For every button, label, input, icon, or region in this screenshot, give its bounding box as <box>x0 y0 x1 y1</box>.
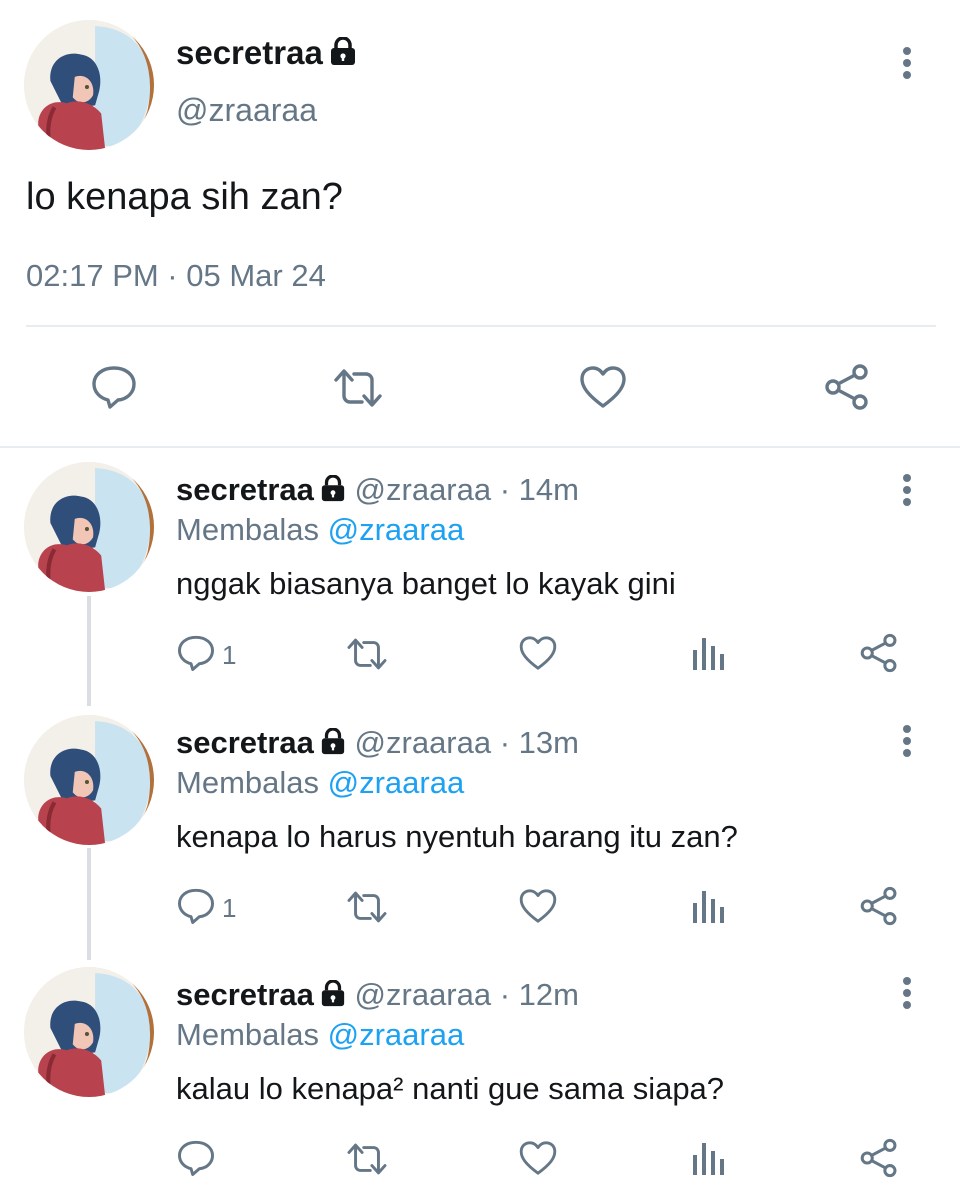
retweet-icon[interactable] <box>344 889 390 925</box>
like-icon[interactable] <box>578 364 628 410</box>
reply-header: secretraa @zraaraa · 14m <box>176 472 579 508</box>
lock-icon <box>320 980 346 1008</box>
author-name[interactable]: secretraa <box>176 472 314 507</box>
reply-time: · 13m <box>499 725 579 760</box>
reply-context: Membalas @zraaraa <box>176 1017 464 1053</box>
reply-icon[interactable] <box>176 1139 216 1177</box>
tweet-text: lo kenapa sih zan? <box>26 176 343 218</box>
like-icon[interactable] <box>518 634 558 672</box>
reply-context: Membalas @zraaraa <box>176 512 464 548</box>
reply-tweet[interactable]: secretraa @zraaraa · 14m Membalas @zraar… <box>0 462 960 692</box>
avatar[interactable] <box>24 462 154 592</box>
avatar[interactable] <box>24 20 154 150</box>
retweet-icon[interactable] <box>330 366 386 410</box>
author-name[interactable]: secretraa <box>176 34 357 72</box>
like-icon[interactable] <box>518 1139 558 1177</box>
more-vertical-icon[interactable] <box>902 47 912 83</box>
author-name[interactable]: secretraa <box>176 977 314 1012</box>
reply-text: kalau lo kenapa² nanti gue sama siapa? <box>176 1071 725 1106</box>
reply-prefix: Membalas <box>176 512 319 547</box>
share-icon[interactable] <box>822 362 872 412</box>
author-name-text: secretraa <box>176 34 323 71</box>
reply-time: · 12m <box>499 977 579 1012</box>
reply-icon[interactable] <box>176 887 216 925</box>
more-vertical-icon[interactable] <box>902 977 912 1013</box>
mention-link[interactable]: @zraaraa <box>328 512 465 547</box>
author-handle[interactable]: @zraaraa <box>176 92 317 129</box>
share-icon[interactable] <box>858 885 900 927</box>
reply-header: secretraa @zraaraa · 12m <box>176 977 579 1013</box>
mention-link[interactable]: @zraaraa <box>328 1017 465 1052</box>
reply-count: 1 <box>222 893 237 923</box>
reply-text: nggak biasanya banget lo kayak gini <box>176 566 676 601</box>
author-handle[interactable]: @zraaraa <box>355 725 492 760</box>
divider <box>26 325 936 327</box>
author-handle[interactable]: @zraaraa <box>355 977 492 1012</box>
reply-count: 1 <box>222 640 237 670</box>
author-name[interactable]: secretraa <box>176 725 314 760</box>
lock-icon <box>329 37 357 67</box>
mention-link[interactable]: @zraaraa <box>328 765 465 800</box>
analytics-icon[interactable] <box>690 1139 726 1177</box>
reply-tweet[interactable]: secretraa @zraaraa · 13m Membalas @zraar… <box>0 715 960 945</box>
reply-context: Membalas @zraaraa <box>176 765 464 801</box>
tweet-timestamp[interactable]: 02:17 PM · 05 Mar 24 <box>26 258 326 294</box>
more-vertical-icon[interactable] <box>902 474 912 510</box>
divider <box>0 446 960 448</box>
avatar[interactable] <box>24 967 154 1097</box>
analytics-icon[interactable] <box>690 887 726 925</box>
retweet-icon[interactable] <box>344 1141 390 1177</box>
reply-prefix: Membalas <box>176 1017 319 1052</box>
reply-text: kenapa lo harus nyentuh barang itu zan? <box>176 819 738 854</box>
reply-header: secretraa @zraaraa · 13m <box>176 725 579 761</box>
analytics-icon[interactable] <box>690 634 726 672</box>
reply-time: · 14m <box>499 472 579 507</box>
lock-icon <box>320 728 346 756</box>
more-vertical-icon[interactable] <box>902 725 912 761</box>
author-handle[interactable]: @zraaraa <box>355 472 492 507</box>
reply-tweet[interactable]: secretraa @zraaraa · 12m Membalas @zraar… <box>0 967 960 1197</box>
like-icon[interactable] <box>518 887 558 925</box>
share-icon[interactable] <box>858 632 900 674</box>
avatar[interactable] <box>24 715 154 845</box>
share-icon[interactable] <box>858 1137 900 1179</box>
reply-icon[interactable] <box>90 364 138 410</box>
lock-icon <box>320 475 346 503</box>
reply-prefix: Membalas <box>176 765 319 800</box>
reply-icon[interactable] <box>176 634 216 672</box>
retweet-icon[interactable] <box>344 636 390 672</box>
